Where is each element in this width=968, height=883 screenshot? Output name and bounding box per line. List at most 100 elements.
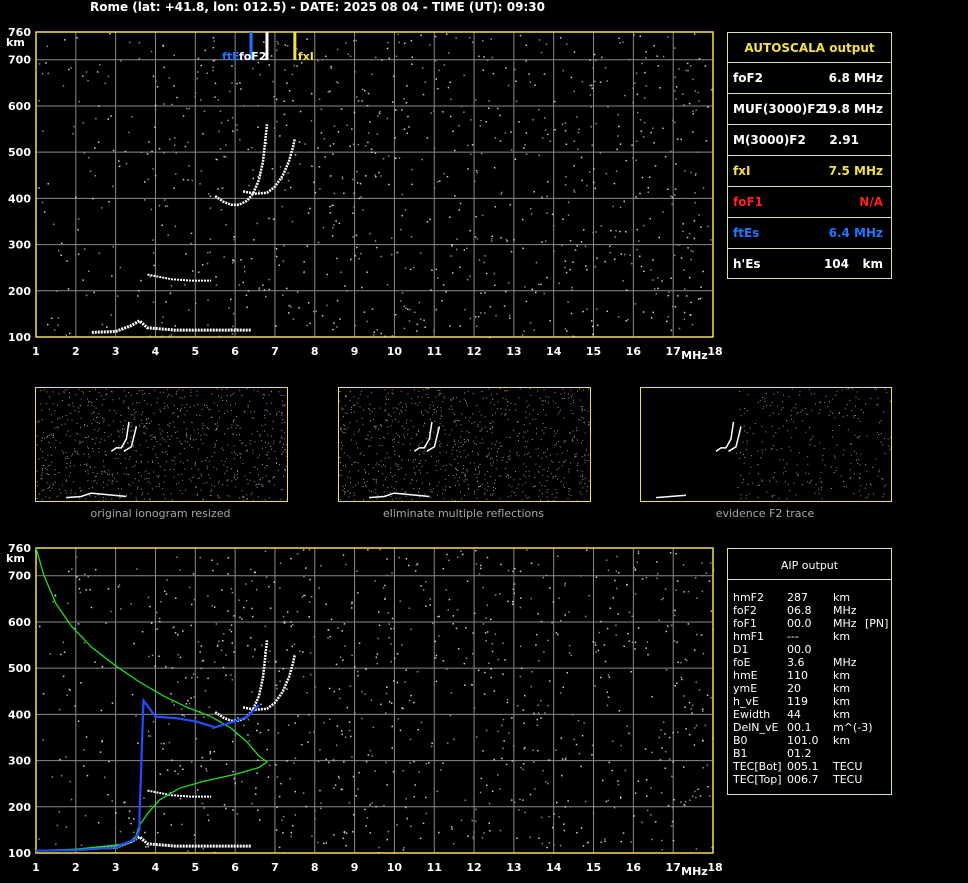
noise-dot (329, 145, 331, 147)
thumb-dot (158, 424, 160, 426)
thumb-dot (187, 460, 189, 461)
thumb-dot (236, 473, 238, 475)
noise-dot (630, 841, 632, 843)
noise-dot (335, 744, 338, 747)
noise-dot (70, 798, 73, 801)
thumb-dot (373, 407, 375, 409)
thumb-dot (820, 401, 822, 403)
noise-dot (480, 119, 482, 122)
noise-dot (645, 576, 648, 579)
thumb-dot (341, 441, 342, 443)
thumb-dot (471, 423, 473, 424)
noise-dot (215, 623, 218, 625)
noise-dot (77, 623, 80, 625)
thumb-dot (852, 388, 853, 390)
thumb-dot (214, 446, 216, 448)
noise-dot (313, 636, 316, 638)
thumb-dot (809, 444, 811, 446)
noise-dot (279, 587, 281, 589)
noise-dot (472, 836, 474, 838)
thumb-dot (465, 440, 467, 442)
thumb-dot (528, 475, 530, 477)
thumb-dot (94, 411, 95, 413)
noise-dot (255, 787, 257, 789)
noise-dot (601, 56, 603, 59)
noise-dot (276, 776, 279, 778)
thumb-dot (379, 407, 381, 409)
noise-dot (578, 752, 581, 755)
noise-dot (564, 184, 567, 186)
noise-dot (371, 151, 373, 153)
noise-dot (154, 109, 157, 111)
noise-dot (691, 704, 694, 707)
thumb-dot (116, 472, 118, 474)
thumb-dot (74, 492, 76, 494)
noise-dot (410, 628, 412, 631)
noise-dot (336, 299, 339, 302)
noise-dot (165, 593, 168, 595)
thumb-dot (443, 498, 445, 500)
thumb-dot (227, 495, 229, 497)
thumb-dot (110, 434, 112, 436)
noise-dot (317, 760, 320, 763)
noise-dot (317, 841, 319, 844)
noise-dot (376, 653, 379, 655)
thumb-dot (184, 396, 186, 398)
thumb-dot (190, 480, 192, 482)
thumb-dot (582, 487, 584, 489)
thumb-dot (515, 409, 517, 411)
thumb-dot (855, 396, 857, 398)
noise-dot (240, 259, 242, 261)
thumb-dot (457, 462, 459, 464)
thumb-dot (283, 443, 284, 445)
noise-dot (276, 49, 278, 52)
noise-dot (283, 815, 285, 818)
noise-dot (175, 597, 177, 599)
noise-dot (455, 37, 457, 39)
noise-dot (247, 644, 249, 647)
thumb-dot (799, 394, 801, 396)
noise-dot (152, 75, 155, 78)
aip-value: 00.0 (787, 643, 812, 656)
noise-dot (565, 757, 567, 759)
thumb-dot (808, 482, 810, 484)
thumb-dot (399, 436, 400, 438)
thumb-dot (743, 462, 745, 464)
noise-dot (535, 633, 538, 636)
thumb-dot (375, 478, 377, 480)
noise-dot (166, 579, 168, 581)
thumb-dot (764, 400, 766, 402)
thumb-dot (384, 465, 386, 467)
thumb-dot (467, 454, 469, 456)
thumb-dot (525, 431, 527, 433)
autoscala-label: MUF(3000)F2 (733, 102, 824, 116)
noise-dot (698, 100, 700, 102)
noise-dot (185, 703, 187, 705)
noise-dot (340, 108, 343, 110)
noise-dot (282, 615, 285, 618)
thumb-dot (266, 465, 268, 467)
noise-dot (232, 809, 234, 811)
aip-value: 006.7 (787, 773, 819, 786)
thumb-dot (391, 499, 393, 501)
noise-dot (540, 51, 543, 54)
noise-dot (111, 800, 113, 802)
thumb-dot (393, 487, 395, 489)
noise-dot (446, 668, 448, 670)
noise-dot (447, 742, 449, 744)
thumb-dot (460, 441, 462, 443)
thumb-dot (92, 438, 94, 440)
noise-dot (407, 308, 409, 310)
noise-dot (270, 55, 273, 57)
thumb-dot (143, 432, 145, 434)
thumb-dot (184, 468, 186, 470)
noise-dot (273, 95, 275, 98)
noise-dot (707, 106, 709, 108)
noise-dot (442, 660, 445, 662)
x-tick-label: 16 (626, 345, 642, 358)
thumb-dot (550, 460, 552, 462)
thumb-dot (458, 484, 460, 486)
thumb-dot (502, 397, 504, 399)
thumb-dot (230, 409, 232, 411)
thumb-dot (105, 454, 107, 456)
